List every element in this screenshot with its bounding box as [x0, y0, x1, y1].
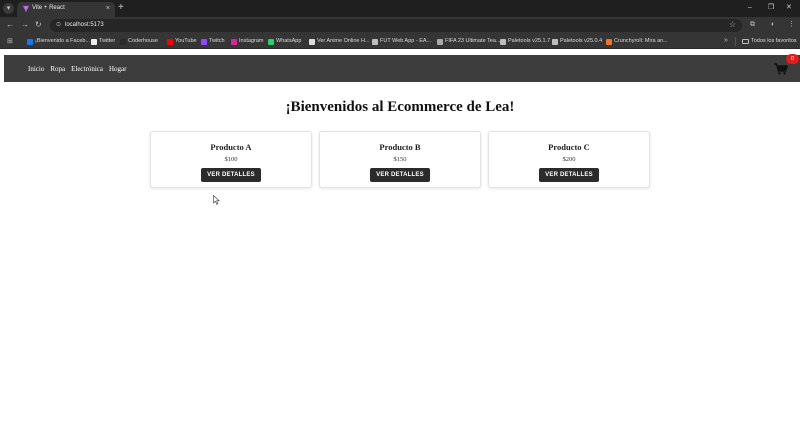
bookmark-label: Ver Anime Online H... [317, 38, 370, 44]
minimize-button[interactable]: – [748, 3, 752, 12]
vite-favicon-icon [22, 5, 30, 13]
nav-link-ropa[interactable]: Ropa [50, 64, 65, 74]
browser-tab[interactable]: Vite + React × [17, 2, 115, 17]
fifa-icon [437, 38, 443, 45]
bookmark-label: Paletools v25.1.7 [508, 38, 551, 44]
product-price: $200 [562, 156, 576, 163]
more-bookmarks-icon[interactable]: » [724, 36, 728, 46]
product-card: Producto C $200 VER DETALLES [488, 131, 650, 188]
anime-icon [309, 38, 315, 45]
product-name: Producto A [210, 142, 252, 152]
product-card: Producto B $150 VER DETALLES [319, 131, 481, 188]
bookmark-item[interactable]: ¡Bienvenido a Faceb... [27, 37, 90, 46]
instagram-icon [231, 38, 237, 45]
mouse-cursor-icon [213, 195, 220, 205]
product-price: $100 [224, 156, 238, 163]
product-price: $150 [393, 156, 407, 163]
maximize-button[interactable]: ❐ [768, 3, 774, 12]
cart-icon[interactable] [774, 63, 788, 75]
whatsapp-icon [268, 38, 274, 45]
all-bookmarks-button[interactable]: Todos los favoritos [742, 37, 797, 46]
apps-grid-icon[interactable]: ⊞ [7, 37, 13, 46]
bookmark-item[interactable]: FUT Web App - EA... [372, 37, 431, 46]
x-icon [91, 38, 97, 45]
bookmarks-bar: ⊞ ¡Bienvenido a Faceb... Twitter Coderhous… [0, 34, 800, 49]
globe-icon [500, 38, 506, 45]
bookmark-item[interactable]: YouTube [167, 37, 197, 46]
bookmark-item[interactable]: Paletools v25.1.7 [500, 37, 550, 46]
bookmark-label: Paletools v25.0.4 [560, 38, 603, 44]
browser-toolbar: ← → ↻ ⊙ localhost:5173 ☆ ⧉ ◐ ⋮ [0, 17, 800, 34]
forward-arrow-icon[interactable]: → [21, 20, 29, 30]
reload-icon[interactable]: ↻ [35, 20, 42, 30]
nav-links: Inicio Ropa Electrónica Hogar [28, 64, 126, 74]
address-bar[interactable]: ⊙ localhost:5173 ☆ [50, 19, 742, 32]
menu-icon[interactable]: ⋮ [788, 20, 795, 30]
nav-link-hogar[interactable]: Hogar [109, 64, 127, 74]
url-text[interactable]: localhost:5173 [65, 21, 104, 30]
new-tab-button[interactable]: + [118, 2, 124, 14]
bookmark-item[interactable]: Crunchyroll: Mira an... [606, 37, 668, 46]
cart-count-badge: 0 [786, 54, 799, 64]
product-card: Producto A $100 VER DETALLES [150, 131, 312, 188]
bookmark-item[interactable]: FIFA 23 Ultimate Tea... [437, 37, 501, 46]
globe-icon [552, 38, 558, 45]
bookmark-item[interactable]: Twitter [91, 37, 115, 46]
all-bookmarks-label: Todos los favoritos [751, 38, 797, 44]
crunchyroll-icon [606, 38, 612, 45]
twitch-icon [201, 38, 207, 45]
back-arrow-icon[interactable]: ← [6, 20, 14, 30]
bookmark-item[interactable]: Twitch [201, 37, 225, 46]
bookmark-item[interactable]: Paletools v25.0.4 [552, 37, 602, 46]
extensions-icon[interactable]: ⧉ [750, 20, 755, 30]
view-details-button[interactable]: VER DETALLES [370, 168, 430, 182]
bookmark-label: YouTube [175, 38, 197, 44]
page-title: ¡Bienvenidos al Ecommerce de Lea! [285, 99, 515, 115]
bookmark-item[interactable]: Instagram [231, 37, 263, 46]
product-name: Producto B [379, 142, 421, 152]
bookmark-label: Twitch [209, 38, 225, 44]
bookmark-label: Crunchyroll: Mira an... [614, 38, 668, 44]
bookmark-star-icon[interactable]: ☆ [729, 20, 736, 30]
close-window-button[interactable]: ✕ [786, 3, 792, 12]
browser-tab-strip: ▾ Vite + React × + – ❐ ✕ [0, 0, 800, 17]
site-navbar: Inicio Ropa Electrónica Hogar [4, 55, 800, 82]
view-details-button[interactable]: VER DETALLES [539, 168, 599, 182]
nav-link-electronica[interactable]: Electrónica [71, 64, 103, 74]
tab-close-icon[interactable]: × [106, 4, 110, 13]
bookmark-label: FIFA 23 Ultimate Tea... [445, 38, 501, 44]
bookmark-item[interactable]: Coderhouse [120, 37, 158, 46]
bookmark-label: Coderhouse [128, 38, 158, 44]
profile-icon[interactable]: ◐ [771, 20, 775, 30]
facebook-icon [27, 38, 33, 45]
tab-search-icon[interactable]: ▾ [3, 3, 14, 14]
site-info-icon[interactable]: ⊙ [56, 21, 61, 30]
view-details-button[interactable]: VER DETALLES [201, 168, 261, 182]
bookmark-label: ¡Bienvenido a Faceb... [35, 38, 91, 44]
bookmark-item[interactable]: Ver Anime Online H... [309, 37, 370, 46]
coderhouse-icon [120, 38, 126, 45]
bookmark-item[interactable]: WhatsApp [268, 37, 301, 46]
bookmark-label: Twitter [99, 38, 116, 44]
nav-link-inicio[interactable]: Inicio [28, 64, 44, 74]
bookmark-label: Instagram [239, 38, 264, 44]
bookmark-label: WhatsApp [276, 38, 302, 44]
tab-title: Vite + React [32, 5, 65, 11]
youtube-icon [167, 38, 173, 45]
product-name: Producto C [548, 142, 590, 152]
globe-icon [372, 38, 378, 45]
folder-icon [742, 39, 749, 44]
bookmarks-divider [735, 37, 736, 46]
bookmark-label: FUT Web App - EA... [380, 38, 432, 44]
